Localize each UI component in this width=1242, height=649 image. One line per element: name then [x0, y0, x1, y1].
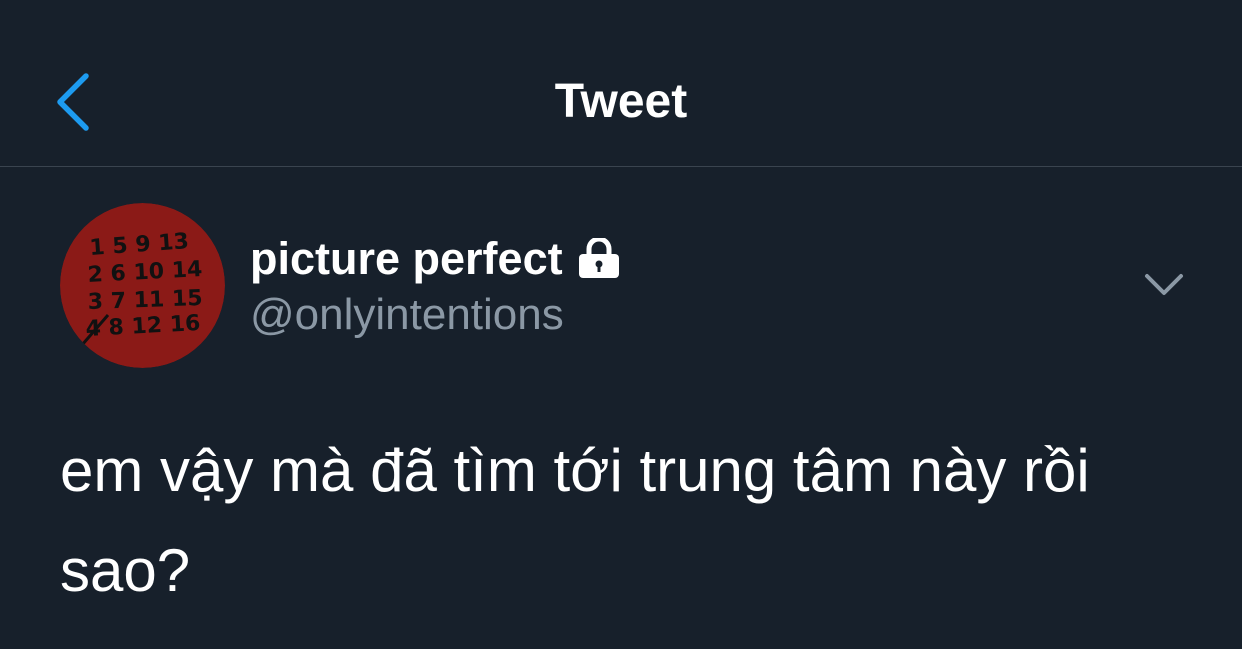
tweet-detail: 1 5 9 13 2 6 10 14 3 7 11 15 4 8 12 16 p… — [0, 168, 1242, 649]
top-navigation-bar: Tweet — [0, 0, 1242, 167]
avatar[interactable]: 1 5 9 13 2 6 10 14 3 7 11 15 4 8 12 16 — [60, 203, 225, 368]
chevron-down-icon — [1145, 274, 1183, 295]
page-title: Tweet — [554, 75, 688, 128]
user-handle[interactable]: @onlyintentions — [250, 287, 564, 343]
lock-icon — [577, 236, 623, 282]
avatar-image: 1 5 9 13 2 6 10 14 3 7 11 15 4 8 12 16 — [60, 203, 225, 368]
tweet-menu-button[interactable] — [1136, 264, 1192, 308]
author-name-row: picture perfect — [250, 231, 623, 287]
svg-text:3 7 11 15: 3 7 11 15 — [87, 286, 203, 315]
tweet-text: em vậy mà đã tìm tới trung tâm này rồi s… — [60, 437, 1090, 604]
display-name[interactable]: picture perfect — [250, 231, 563, 287]
